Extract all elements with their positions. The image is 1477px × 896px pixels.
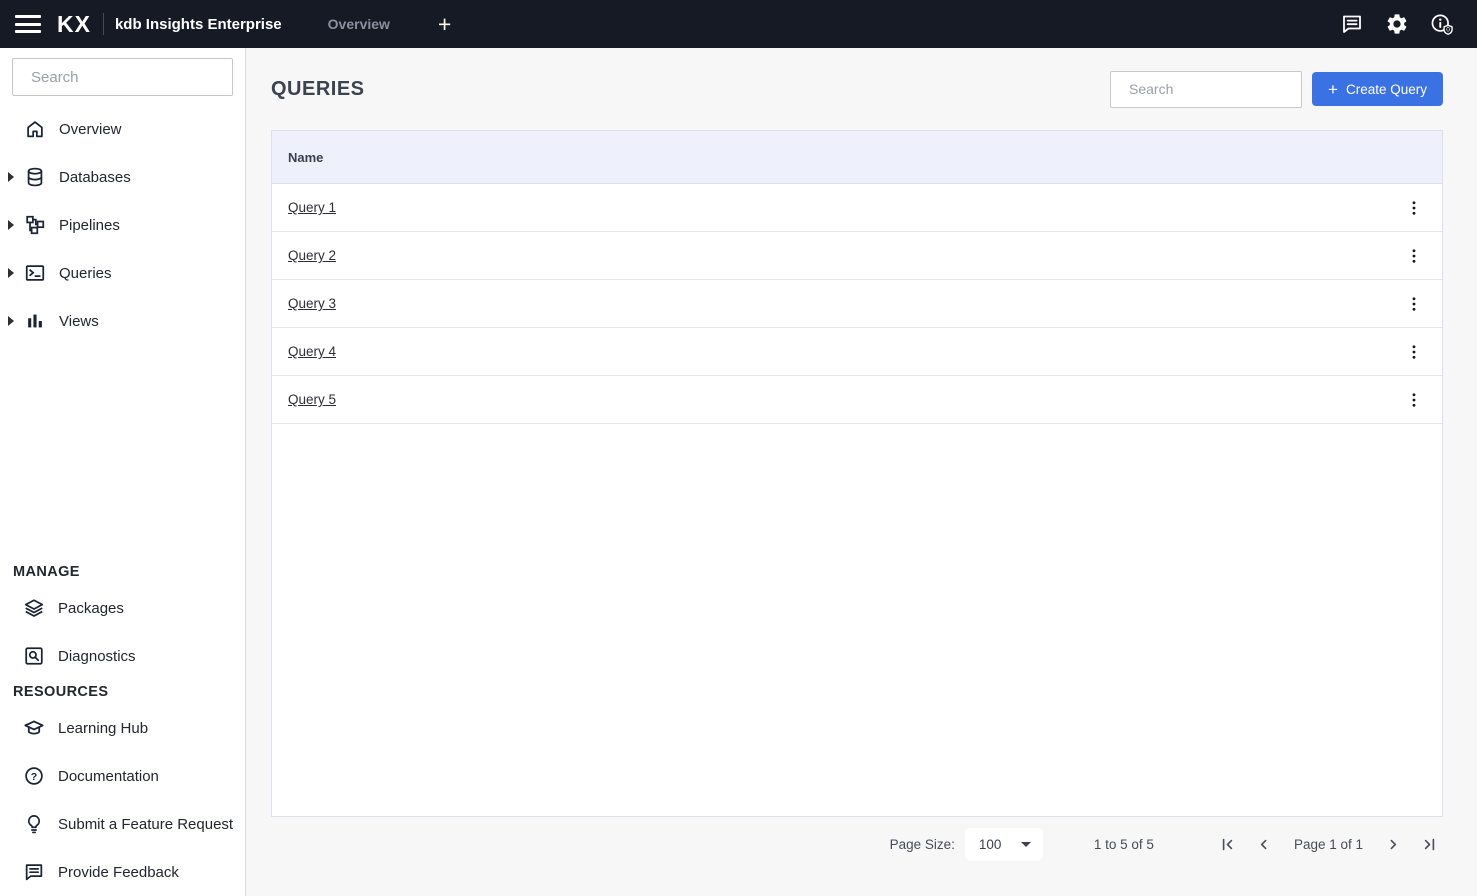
diagnostics-icon [22, 645, 46, 667]
page-header: QUERIES + Create Query [247, 48, 1477, 130]
create-query-button[interactable]: + Create Query [1312, 72, 1443, 106]
lightbulb-icon [22, 813, 46, 835]
resources-section-label: RESOURCES [0, 680, 245, 704]
database-icon [22, 166, 48, 188]
queries-search[interactable] [1110, 71, 1302, 108]
table-header-row: Name [272, 131, 1442, 184]
table-row: Query 4 [272, 328, 1442, 376]
expand-caret-icon[interactable] [0, 316, 22, 326]
expand-caret-icon[interactable] [0, 268, 22, 278]
page-indicator: Page 1 of 1 [1294, 837, 1363, 852]
column-header-name[interactable]: Name [288, 150, 323, 165]
queries-search-input[interactable] [1129, 81, 1310, 97]
query-link[interactable]: Query 4 [288, 344, 336, 359]
bar-chart-icon [22, 310, 48, 332]
last-page-button[interactable] [1415, 830, 1443, 858]
page-title: QUERIES [271, 78, 365, 101]
row-menu-kebab-icon[interactable] [1400, 290, 1428, 318]
sidebar-item-provide-feedback[interactable]: Provide Feedback [0, 848, 245, 896]
add-tab-button[interactable]: + [438, 13, 451, 36]
row-range-text: 1 to 5 of 5 [1094, 837, 1154, 852]
sidebar-item-packages[interactable]: Packages [0, 584, 245, 632]
app-title: kdb Insights Enterprise [115, 16, 282, 33]
pipeline-icon [22, 214, 48, 236]
chevron-down-icon [1021, 842, 1031, 847]
sidebar-item-diagnostics[interactable]: Diagnostics [0, 632, 245, 680]
home-icon [22, 118, 48, 140]
query-link[interactable]: Query 5 [288, 392, 336, 407]
query-link[interactable]: Query 2 [288, 248, 336, 263]
sidebar-item-documentation[interactable]: ? Documentation [0, 752, 245, 800]
settings-gear-icon[interactable] [1384, 11, 1410, 37]
query-link[interactable]: Query 1 [288, 200, 336, 215]
hamburger-menu-icon[interactable] [15, 15, 41, 33]
page-size-label: Page Size: [890, 837, 955, 852]
table-row: Query 3 [272, 280, 1442, 328]
graduation-cap-icon [22, 717, 46, 739]
sidebar-item-pipelines[interactable]: Pipelines [0, 201, 245, 249]
table-row: Query 2 [272, 232, 1442, 280]
sidebar-item-queries[interactable]: Queries [0, 249, 245, 297]
top-bar: KX kdb Insights Enterprise Overview + 0 [0, 0, 1477, 48]
question-circle-icon: ? [22, 765, 46, 787]
row-menu-kebab-icon[interactable] [1400, 338, 1428, 366]
sidebar: Overview Databases Pipelines Queries [0, 48, 246, 896]
row-menu-kebab-icon[interactable] [1400, 194, 1428, 222]
pagination-bar: Page Size: 100 1 to 5 of 5 Page 1 of 1 [271, 820, 1443, 868]
info-shield-icon[interactable]: 0 [1429, 11, 1455, 37]
previous-page-button[interactable] [1250, 830, 1278, 858]
svg-text:0: 0 [1446, 26, 1450, 33]
terminal-icon [22, 262, 48, 284]
sidebar-nav: Overview Databases Pipelines Queries [0, 105, 245, 345]
table-row: Query 5 [272, 376, 1442, 424]
expand-caret-icon[interactable] [0, 172, 22, 182]
next-page-button[interactable] [1379, 830, 1407, 858]
feedback-icon[interactable] [1339, 11, 1365, 37]
table-row: Query 1 [272, 184, 1442, 232]
layers-icon [22, 597, 46, 619]
divider [103, 13, 104, 35]
feedback-icon [22, 861, 46, 883]
kx-logo: KX [57, 11, 91, 38]
sidebar-item-views[interactable]: Views [0, 297, 245, 345]
first-page-button[interactable] [1214, 830, 1242, 858]
sidebar-item-overview[interactable]: Overview [0, 105, 245, 153]
queries-table: Name Query 1 Query 2 Query 3 Query 4 Que… [271, 130, 1443, 817]
sidebar-item-feature-request[interactable]: Submit a Feature Request [0, 800, 245, 848]
tab-overview[interactable]: Overview [328, 16, 390, 32]
row-menu-kebab-icon[interactable] [1400, 242, 1428, 270]
manage-section-label: MANAGE [0, 560, 245, 584]
page-size-select[interactable]: 100 [965, 828, 1043, 861]
plus-icon: + [1328, 81, 1338, 98]
query-link[interactable]: Query 3 [288, 296, 336, 311]
main-content: QUERIES + Create Query Name Query 1 Quer… [247, 48, 1477, 896]
expand-caret-icon[interactable] [0, 220, 22, 230]
svg-text:?: ? [31, 771, 37, 783]
sidebar-search-input[interactable] [31, 69, 230, 86]
sidebar-search[interactable] [12, 58, 233, 96]
sidebar-item-databases[interactable]: Databases [0, 153, 245, 201]
sidebar-item-learning-hub[interactable]: Learning Hub [0, 704, 245, 752]
row-menu-kebab-icon[interactable] [1400, 386, 1428, 414]
